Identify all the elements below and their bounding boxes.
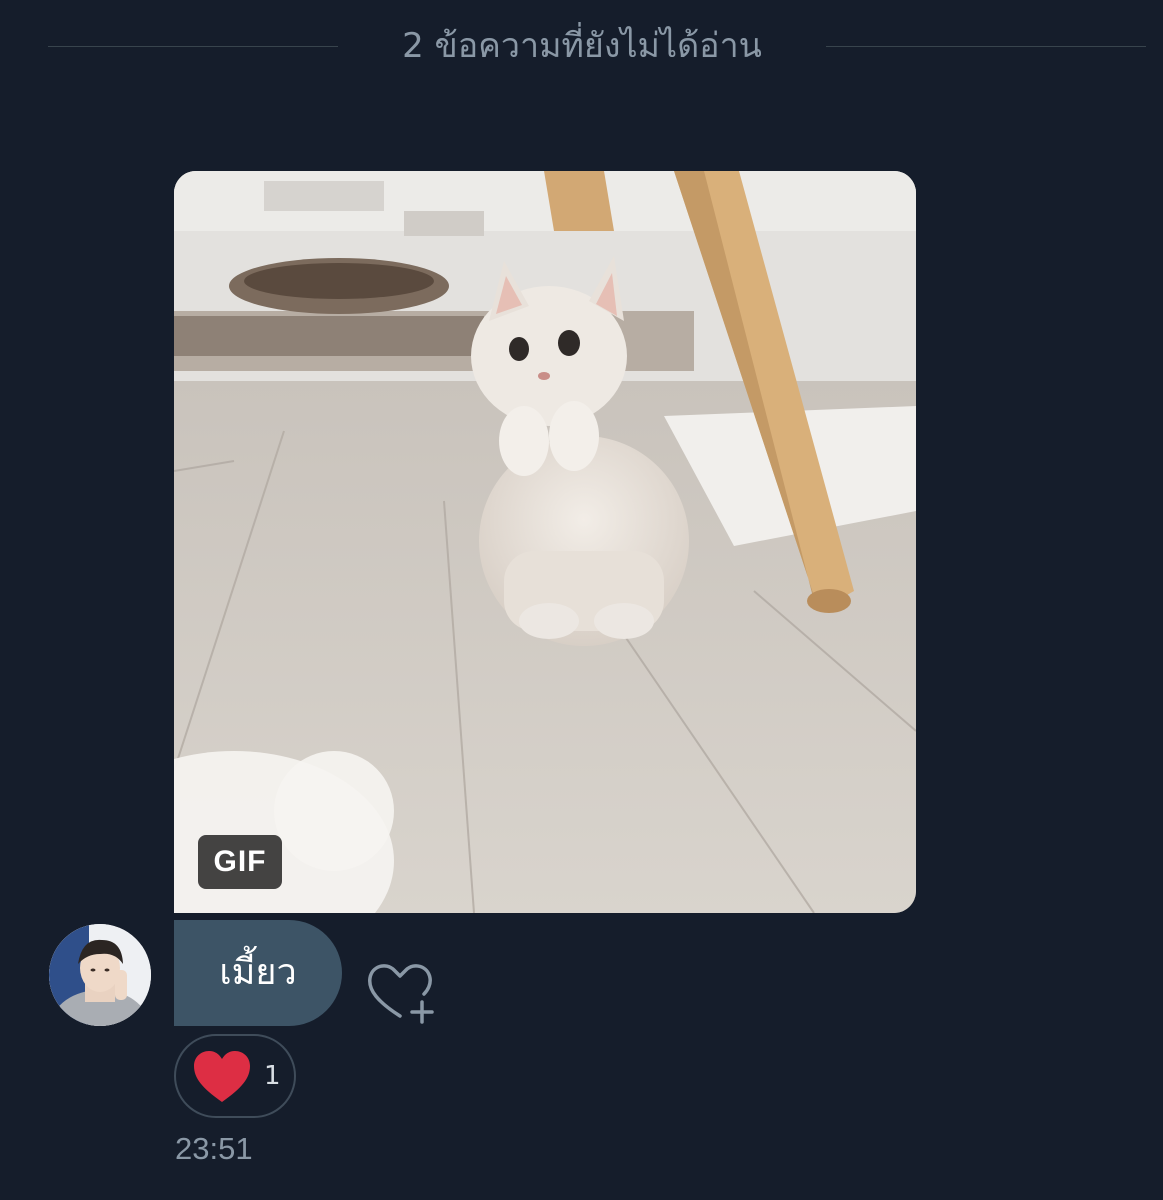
kitten-gif-image xyxy=(174,171,916,913)
avatar-image xyxy=(49,924,151,1026)
divider-line-left xyxy=(48,46,338,47)
heart-plus-icon xyxy=(368,964,434,1024)
reaction-count: 1 xyxy=(264,1061,281,1091)
divider-line-right xyxy=(826,46,1146,47)
dm-conversation: 2 ข้อความที่ยังไม่ได้อ่าน GIF เมี้ยว 1 2… xyxy=(0,0,1163,1200)
gif-badge: GIF xyxy=(198,835,282,889)
add-reaction-button[interactable] xyxy=(364,960,436,1024)
gif-media[interactable]: GIF xyxy=(174,171,916,913)
message-timestamp: 23:51 xyxy=(175,1131,253,1166)
reaction-pill[interactable]: 1 xyxy=(174,1034,296,1118)
avatar[interactable] xyxy=(49,924,151,1026)
heart-icon xyxy=(192,1050,252,1104)
message-bubble[interactable]: เมี้ยว xyxy=(174,920,342,1026)
unread-messages-divider: 2 ข้อความที่ยังไม่ได้อ่าน xyxy=(402,26,762,66)
